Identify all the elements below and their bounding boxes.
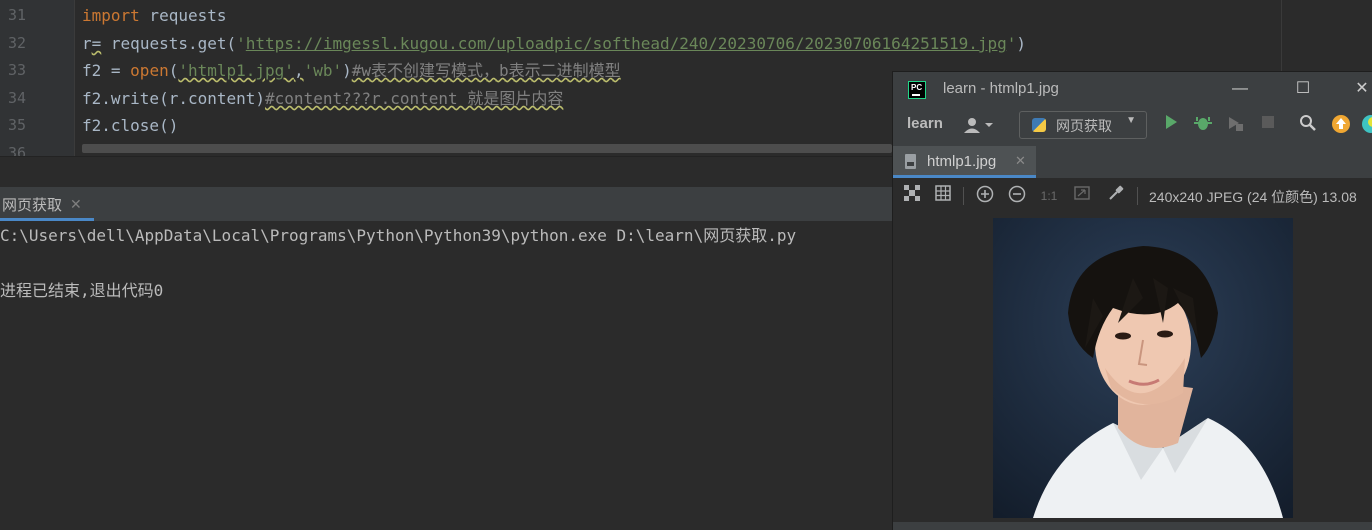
- code-comment: #w表不创建写模式，b表示二进制模型: [351, 61, 621, 80]
- actual-size-button[interactable]: 1:1: [1038, 185, 1060, 207]
- code-text: (: [168, 61, 179, 80]
- code-comment: #content???r.content 就是图片内容: [265, 89, 564, 108]
- string-quote: ': [236, 34, 246, 53]
- line-number-gutter: 31 32 33 34 35 36: [0, 0, 75, 156]
- maximize-button[interactable]: ☐: [1291, 77, 1315, 101]
- zoom-in-icon[interactable]: [974, 185, 996, 207]
- run-configuration-select[interactable]: 网页获取 ▼: [1019, 111, 1147, 139]
- line-number: 33: [7, 61, 26, 79]
- color-picker-icon[interactable]: [1105, 185, 1127, 207]
- run-tab-label: 网页获取: [2, 196, 63, 214]
- toolbar-separator: [963, 187, 964, 205]
- python-icon: [1032, 118, 1046, 132]
- image-viewer-toolbar: 1:1 240x240 JPEG (24 位颜色) 13.08: [893, 178, 1372, 214]
- code-text: r: [82, 34, 92, 53]
- main-toolbar: learn 网页获取 ▼: [893, 106, 1372, 147]
- run-tab[interactable]: 网页获取 ✕: [0, 187, 90, 221]
- horizontal-scrollbar[interactable]: [82, 144, 892, 153]
- image-file-icon: [905, 154, 916, 169]
- url-link[interactable]: https://imgessl.kugou.com/uploadpic/soft…: [246, 34, 1007, 53]
- close-icon[interactable]: ✕: [1015, 153, 1026, 169]
- minimize-button[interactable]: —: [1228, 77, 1252, 101]
- window-title-bar[interactable]: PC learn - htmlp1.jpg — ☐ ✕: [893, 72, 1372, 106]
- jetbrains-logo-icon[interactable]: [1361, 114, 1372, 136]
- run-icon[interactable]: [1160, 114, 1182, 136]
- code-text: f2 =: [82, 61, 131, 80]
- stop-icon[interactable]: [1257, 114, 1279, 136]
- code-text: ,: [293, 61, 304, 80]
- string-quote: ': [1006, 34, 1017, 53]
- line-number: 35: [7, 116, 26, 134]
- chessboard-icon[interactable]: [901, 185, 923, 207]
- code-text: ): [342, 61, 352, 80]
- project-name[interactable]: learn: [907, 115, 943, 132]
- code-line[interactable]: import requests: [82, 2, 227, 29]
- line-number: 32: [7, 34, 26, 52]
- builtin-function: open: [130, 61, 169, 80]
- string-literal: 'wb': [303, 61, 343, 80]
- image-info: 240x240 JPEG (24 位颜色) 13.08: [1149, 189, 1357, 205]
- keyword: import: [82, 6, 140, 25]
- user-icon[interactable]: [963, 116, 997, 137]
- code-text: f2.close(): [82, 116, 179, 135]
- image-preview: [993, 218, 1293, 518]
- editor-tab-strip: htmlp1.jpg ✕: [893, 146, 1372, 179]
- pycharm-window: PC learn - htmlp1.jpg — ☐ ✕ learn 网页获取 ▼: [892, 71, 1372, 530]
- file-tab-label: htmlp1.jpg: [927, 153, 997, 170]
- bug-icon[interactable]: [1192, 114, 1214, 136]
- file-tab-htmlp1[interactable]: htmlp1.jpg ✕: [893, 146, 1036, 178]
- close-window-button[interactable]: ✕: [1350, 77, 1372, 101]
- search-icon[interactable]: [1297, 114, 1319, 136]
- code-text: f2.write(r.content): [82, 89, 266, 108]
- update-icon[interactable]: [1330, 114, 1352, 136]
- zoom-out-icon[interactable]: [1006, 185, 1028, 207]
- code-text: requests: [139, 6, 227, 25]
- pycharm-logo-icon: PC: [908, 81, 926, 99]
- close-icon[interactable]: ✕: [70, 196, 82, 213]
- code-text: requests.get(: [101, 34, 237, 53]
- line-number: 34: [7, 89, 26, 107]
- line-number: 36: [7, 144, 26, 156]
- code-line[interactable]: r= requests.get('https://imgessl.kugou.c…: [82, 30, 1026, 57]
- console-command-line: C:\Users\dell\AppData\Local\Programs\Pyt…: [0, 226, 797, 245]
- fit-zoom-icon[interactable]: [1071, 185, 1093, 207]
- active-tab-indicator: [0, 218, 94, 221]
- code-text: =: [91, 34, 102, 53]
- run-configuration-label: 网页获取: [1056, 118, 1112, 134]
- code-text: ): [1016, 34, 1027, 53]
- code-line[interactable]: f2.write(r.content)#content???r.content …: [82, 85, 563, 112]
- toolbar-separator: [1137, 187, 1138, 205]
- string-literal: 'htmlp1.jpg': [178, 61, 294, 80]
- code-line[interactable]: f2.close(): [82, 112, 178, 139]
- grid-icon[interactable]: [932, 185, 954, 207]
- console-exit-message: 进程已结束,退出代码0: [0, 281, 164, 300]
- chevron-down-icon: ▼: [1126, 115, 1136, 126]
- line-number: 31: [7, 6, 26, 24]
- app-icon-text: PC: [911, 83, 923, 92]
- code-line[interactable]: f2 = open('htmlp1.jpg','wb')#w表不创建写模式，b表…: [82, 57, 621, 84]
- window-title: learn - htmlp1.jpg: [943, 80, 1059, 97]
- coverage-icon[interactable]: [1224, 114, 1246, 136]
